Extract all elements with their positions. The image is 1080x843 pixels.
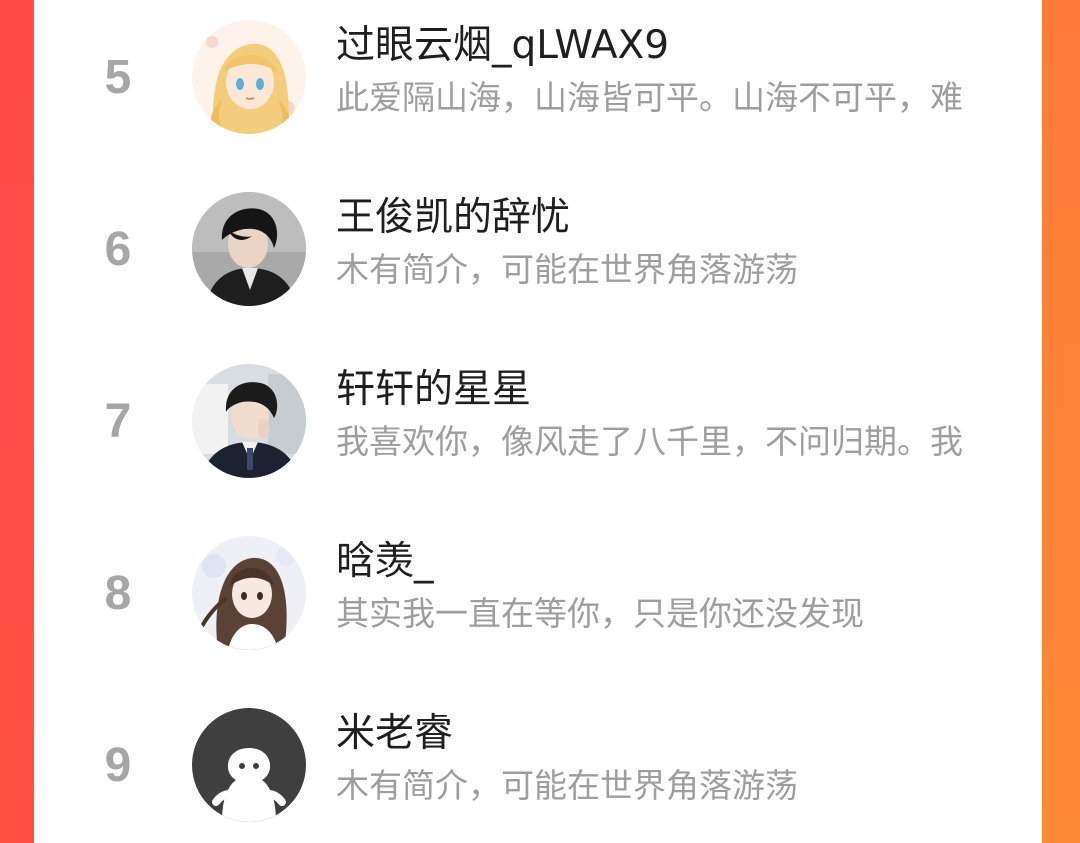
user-bio: 此爱隔山海，山海皆可平。山海不可平，难 (336, 78, 963, 117)
user-name: 晗羡_ (336, 539, 434, 584)
boy-school-uniform-avatar-icon[interactable] (192, 364, 306, 478)
rank-number: 8 (104, 567, 132, 620)
rank-number: 9 (104, 739, 132, 792)
rank-number: 7 (104, 395, 132, 448)
ranking-row[interactable]: 8 晗羡_ 其实我一直在等你，只是你还没发现 (34, 524, 1042, 696)
user-bio: 木有简介，可能在世界角落游荡 (336, 766, 798, 805)
user-name: 过眼云烟_qLWAX9 (336, 23, 670, 68)
ranking-row[interactable]: 6 王俊凯的辞忧 木有简介，可能在世界角落游荡 (34, 180, 1042, 352)
ranking-row[interactable]: 5 过眼云烟_qLWAX9 此爱隔山海，山海皆可平。山海不可平，难 (34, 8, 1042, 180)
boy-dark-suit-avatar-icon[interactable] (192, 192, 306, 306)
left-frame-border (0, 0, 34, 843)
right-frame-border (1042, 0, 1080, 843)
default-ghost-avatar-icon[interactable] (192, 708, 306, 822)
user-bio: 其实我一直在等你，只是你还没发现 (336, 594, 864, 633)
ranking-list: 5 过眼云烟_qLWAX9 此爱隔山海，山海皆可平。山海不可平，难 6 王俊凯的… (34, 0, 1042, 843)
anime-girl-blonde-avatar-icon[interactable] (192, 20, 306, 134)
rank-number: 6 (104, 223, 132, 276)
user-name: 轩轩的星星 (336, 367, 532, 412)
user-name: 米老睿 (336, 711, 454, 756)
anime-girl-brown-hair-avatar-icon[interactable] (192, 536, 306, 650)
ranking-row[interactable]: 7 轩轩的星星 我喜欢你，像风走了八千里，不问归期。我 (34, 352, 1042, 524)
user-bio: 我喜欢你，像风走了八千里，不问归期。我 (336, 422, 963, 461)
user-name: 王俊凯的辞忧 (336, 195, 571, 240)
rank-number: 5 (104, 51, 132, 104)
user-bio: 木有简介，可能在世界角落游荡 (336, 250, 798, 289)
ranking-row[interactable]: 9 米老睿 木有简介，可能在世界角落游荡 (34, 696, 1042, 843)
